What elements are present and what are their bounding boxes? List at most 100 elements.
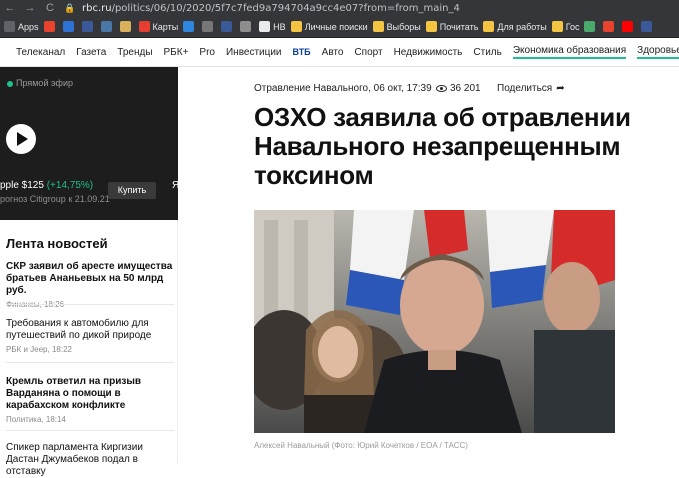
ticker-quote: pple $125 (+14,75%) — [0, 180, 93, 191]
reload-button[interactable]: C — [44, 2, 56, 14]
live-label[interactable]: Прямой эфир — [16, 78, 73, 88]
bookmark-item[interactable]: Гос — [551, 21, 580, 32]
bookmark-item[interactable] — [81, 21, 96, 32]
bookmark-icon — [202, 21, 214, 32]
bookmark-icon — [138, 21, 150, 32]
bookmark-item[interactable] — [183, 21, 197, 32]
bookmark-icon — [551, 21, 563, 32]
bookmark-icon — [240, 21, 252, 32]
bookmark-label: Apps — [18, 21, 39, 32]
bookmark-item[interactable] — [240, 21, 254, 32]
article-rubric-date[interactable]: Отравление Навального, 06 окт, 17:39 — [254, 83, 432, 94]
lock-icon: 🔒 — [64, 3, 76, 13]
article-photo — [254, 210, 615, 433]
bookmark-item[interactable] — [119, 21, 134, 32]
bookmark-item[interactable]: Выборы — [372, 21, 421, 32]
divider — [6, 430, 174, 431]
news-feed-title: Лента новостей — [6, 236, 108, 251]
nav-item-rbc-plus[interactable]: РБК+ — [164, 47, 189, 58]
ticker-change: (+14,75%) — [46, 180, 94, 191]
bookmark-icon — [221, 21, 233, 32]
ticker-name: pple $125 — [0, 180, 44, 191]
nav-item-pro[interactable]: Pro — [199, 47, 215, 58]
divider — [6, 304, 174, 305]
divider — [6, 362, 174, 363]
back-button[interactable]: ← — [4, 2, 16, 14]
bookmark-item[interactable]: Личные поиски — [290, 21, 368, 32]
bookmark-icon — [603, 21, 615, 32]
bookmark-icon — [100, 21, 112, 32]
views-count: 36 201 — [450, 83, 481, 94]
news-headline[interactable]: Требования к автомобилю для путешествий … — [6, 318, 174, 342]
bookmark-icon — [290, 21, 302, 32]
nav-item-newspaper[interactable]: Газета — [76, 47, 106, 58]
bookmark-icon — [259, 21, 271, 32]
bookmark-icon — [425, 21, 437, 32]
bookmark-item[interactable]: Карты — [138, 21, 178, 32]
play-button[interactable] — [6, 124, 36, 154]
bookmark-label: НВ — [273, 21, 286, 32]
site-navigation: Телеканал Газета Тренды РБК+ Pro Инвести… — [0, 38, 679, 67]
bookmark-icon — [641, 21, 653, 32]
bookmark-label: Выборы — [386, 21, 421, 32]
bookmark-icon — [622, 21, 634, 32]
bookmark-item[interactable] — [221, 21, 235, 32]
news-item[interactable]: Требования к автомобилю для путешествий … — [6, 318, 174, 354]
url-host: rbc.ru — [82, 2, 112, 14]
share-label: Поделиться — [497, 83, 553, 94]
news-headline[interactable]: СКР заявил об аресте имущества братьев А… — [6, 261, 174, 297]
photo-caption: Алексей Навальный (Фото: Юрий Кочетков /… — [254, 441, 468, 450]
nav-item-style[interactable]: Стиль — [473, 47, 501, 58]
url-field[interactable]: rbc.ru/politics/06/10/2020/5f7c7fed9a794… — [82, 3, 460, 14]
vtb-logo[interactable]: ВТБ — [293, 47, 311, 57]
bookmark-item[interactable]: Для работы — [483, 21, 547, 32]
bookmark-item[interactable] — [584, 21, 598, 32]
nav-item-trends[interactable]: Тренды — [117, 47, 152, 58]
news-item[interactable]: Спикер парламента Киргизии Дастан Джумаб… — [6, 442, 174, 478]
url-path: /politics/06/10/2020/5f7c7fed9a794704a9c… — [111, 2, 460, 14]
bookmark-item[interactable] — [641, 21, 655, 32]
bookmark-label: Личные поиски — [304, 21, 368, 32]
bookmark-item[interactable]: Apps — [4, 21, 39, 32]
buy-button[interactable]: Купить — [108, 182, 156, 199]
share-button[interactable]: Поделиться ➦ — [497, 83, 565, 94]
nav-item-auto[interactable]: Авто — [322, 47, 344, 58]
forward-button[interactable]: → — [24, 2, 36, 14]
bookmark-item[interactable]: НВ — [259, 21, 286, 32]
nav-item-health[interactable]: Здоровье — [637, 45, 679, 59]
share-arrow-icon: ➦ — [556, 83, 565, 94]
bookmark-icon — [81, 21, 93, 32]
news-item[interactable]: СКР заявил об аресте имущества братьев А… — [6, 261, 174, 309]
bookmark-item[interactable] — [603, 21, 617, 32]
live-dot-icon — [7, 81, 13, 87]
bookmark-item[interactable] — [622, 21, 636, 32]
news-meta: РБК и Jeep, 18:22 — [6, 345, 72, 354]
bookmark-item[interactable] — [202, 21, 216, 32]
news-item[interactable]: Кремль ответил на призыв Варданяна о пом… — [6, 376, 174, 424]
bookmark-label: Почитать — [439, 21, 479, 32]
nav-item-investments[interactable]: Инвестиции — [226, 47, 282, 58]
bookmark-icon — [119, 21, 131, 32]
bookmark-item[interactable] — [100, 21, 115, 32]
bookmark-icon — [62, 21, 74, 32]
views-counter: 36 201 — [436, 83, 481, 94]
bookmark-label: Гос — [565, 21, 580, 32]
nav-item-sport[interactable]: Спорт — [354, 47, 382, 58]
bookmark-item[interactable] — [62, 21, 77, 32]
nav-item-tv[interactable]: Телеканал — [16, 47, 65, 58]
bookmark-item[interactable] — [43, 21, 58, 32]
news-headline[interactable]: Кремль ответил на призыв Варданяна о пом… — [6, 376, 174, 412]
bookmark-icon — [483, 21, 495, 32]
nav-item-realty[interactable]: Недвижимость — [394, 47, 463, 58]
bookmark-icon — [372, 21, 384, 32]
ticker-next: Я — [172, 180, 180, 191]
bookmark-item[interactable]: Почитать — [425, 21, 479, 32]
news-headline[interactable]: Спикер парламента Киргизии Дастан Джумаб… — [6, 442, 174, 478]
bookmark-icon — [584, 21, 596, 32]
article-headline: ОЗХО заявила об отравлении Навального не… — [254, 102, 631, 190]
bookmark-icon — [43, 21, 55, 32]
nav-item-education-economy[interactable]: Экономика образования — [512, 45, 627, 59]
eye-icon — [436, 85, 447, 92]
bookmark-label: Для работы — [497, 21, 547, 32]
ticker-forecast: рогноз Citigroup к 21.09.21 — [0, 194, 110, 204]
